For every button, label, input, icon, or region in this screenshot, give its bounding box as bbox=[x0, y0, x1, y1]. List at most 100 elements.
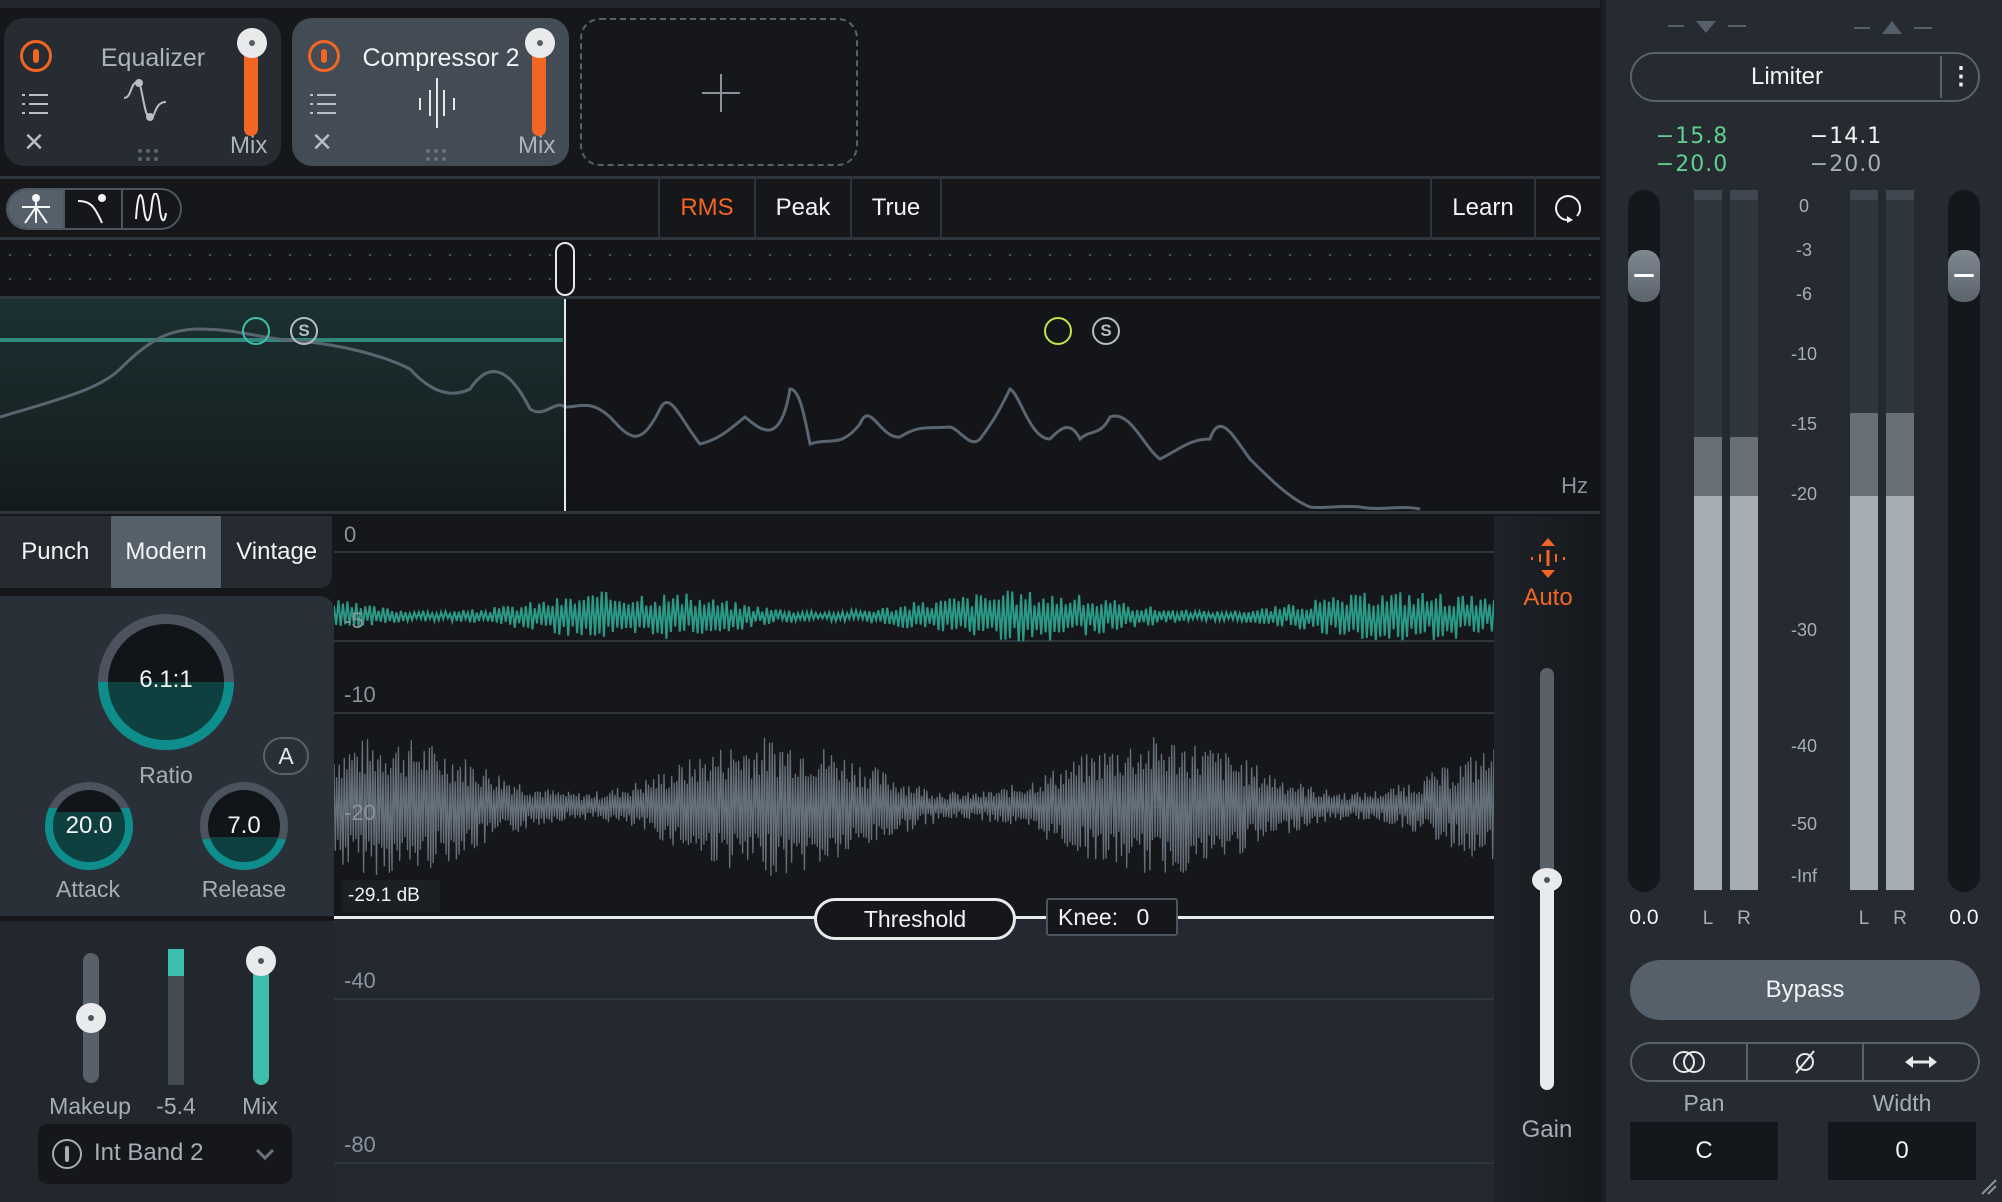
tab-vintage[interactable]: Vintage bbox=[221, 516, 332, 588]
input-peak-readout: −15.8 bbox=[1655, 124, 1729, 149]
list-icon[interactable] bbox=[22, 94, 48, 114]
power-icon[interactable] bbox=[308, 40, 340, 72]
output-waveform bbox=[334, 590, 1494, 642]
module-strip: × Equalizer Mix × Compressor 2 Mix bbox=[0, 0, 1600, 176]
stereo-link-icon bbox=[1673, 1051, 1705, 1073]
module-equalizer[interactable]: × Equalizer Mix bbox=[4, 18, 281, 166]
width-field[interactable]: 0 bbox=[1828, 1122, 1976, 1180]
power-icon[interactable] bbox=[52, 1139, 82, 1169]
chevron-down-icon bbox=[255, 1148, 275, 1161]
tab-modern[interactable]: Modern bbox=[110, 516, 222, 588]
close-icon[interactable]: × bbox=[308, 125, 336, 159]
threshold-handle[interactable]: Threshold bbox=[814, 898, 1016, 940]
mix-slider-handle[interactable] bbox=[246, 946, 276, 976]
output-meter-expand-icon[interactable] bbox=[1852, 18, 1942, 38]
meter-scale-label: -3 bbox=[1795, 240, 1812, 260]
mix-label: Mix bbox=[242, 1093, 278, 1119]
mix-slider-track[interactable] bbox=[532, 46, 546, 136]
release-knob[interactable]: 7.0 bbox=[200, 782, 288, 870]
mode-button-waveform[interactable] bbox=[123, 190, 180, 228]
auto-gain-button[interactable]: Auto bbox=[1518, 584, 1578, 612]
input-gain-fader-handle[interactable] bbox=[1628, 250, 1660, 302]
auto-gain-icon bbox=[1531, 538, 1565, 578]
power-icon[interactable] bbox=[20, 40, 52, 72]
level-meter bbox=[1850, 190, 1878, 890]
phase-invert-button[interactable] bbox=[1748, 1044, 1864, 1080]
loop-button[interactable] bbox=[1534, 179, 1600, 237]
input-waveform bbox=[334, 737, 1494, 876]
crossover-handle[interactable] bbox=[555, 242, 575, 296]
true-peak-button[interactable]: True bbox=[850, 179, 942, 237]
swap-channels-button[interactable] bbox=[1864, 1044, 1978, 1080]
grid-line bbox=[334, 998, 1494, 1000]
meter-peak-fill bbox=[1850, 413, 1878, 496]
crossover-strip[interactable] bbox=[0, 240, 1600, 296]
gain-reduction-value: -5.4 bbox=[156, 1093, 196, 1119]
module-compressor-2[interactable]: × Compressor 2 Mix bbox=[292, 18, 569, 166]
drag-grip-icon[interactable] bbox=[137, 148, 159, 162]
band-select-value: Int Band 2 bbox=[94, 1139, 204, 1166]
band-select-dropdown[interactable]: Int Band 2 bbox=[38, 1124, 292, 1184]
ratio-label: Ratio bbox=[139, 762, 193, 788]
meter-peak-fill bbox=[1694, 437, 1722, 496]
attack-label: Attack bbox=[56, 876, 120, 902]
limiter-button[interactable]: Limiter ⋮ bbox=[1630, 52, 1980, 102]
learn-button[interactable]: Learn bbox=[1430, 179, 1534, 237]
tab-punch[interactable]: Punch bbox=[0, 516, 111, 588]
release-value: 7.0 bbox=[227, 812, 261, 839]
list-icon[interactable] bbox=[310, 94, 336, 114]
curve-icon bbox=[78, 194, 107, 224]
auto-release-button[interactable]: A bbox=[263, 737, 309, 775]
attack-knob[interactable]: 20.0 bbox=[45, 782, 133, 870]
mix-slider-handle[interactable] bbox=[525, 28, 555, 58]
stereo-link-button[interactable] bbox=[1632, 1044, 1748, 1080]
meter-peak-fill bbox=[1886, 413, 1914, 496]
mix-slider-track[interactable] bbox=[253, 961, 269, 1085]
peak-button[interactable]: Peak bbox=[754, 179, 850, 237]
pan-field[interactable]: C bbox=[1630, 1122, 1778, 1180]
gain-reduction-waveform[interactable]: 0 -5 -10 -20 -40 -80 -29.1 dB Threshold … bbox=[334, 516, 1494, 1202]
gain-slider-fill bbox=[1540, 878, 1554, 1090]
band-1-solo-button[interactable]: S bbox=[290, 317, 318, 345]
band-2-enable-button[interactable] bbox=[1044, 317, 1072, 345]
close-icon[interactable]: × bbox=[20, 125, 48, 159]
drag-grip-icon[interactable] bbox=[425, 148, 447, 162]
knee-field[interactable]: Knee: 0 bbox=[1046, 898, 1178, 936]
release-label: Release bbox=[201, 876, 287, 902]
limiter-label: Limiter bbox=[1750, 63, 1823, 90]
phase-invert-icon bbox=[1795, 1050, 1815, 1074]
gain-reduction-meter bbox=[168, 949, 184, 1085]
output-gain-fader-handle[interactable] bbox=[1948, 250, 1980, 302]
band-2-solo-button[interactable]: S bbox=[1092, 317, 1120, 345]
bypass-button[interactable]: Bypass bbox=[1630, 960, 1980, 1020]
ratio-knob[interactable]: 6.1:1 bbox=[98, 614, 234, 750]
spectrum-curve bbox=[0, 327, 1421, 511]
makeup-slider-handle[interactable] bbox=[76, 1003, 106, 1033]
mix-slider-handle[interactable] bbox=[237, 28, 267, 58]
more-options-icon[interactable]: ⋮ bbox=[1942, 54, 1980, 100]
meter-clip-indicator bbox=[1886, 190, 1914, 200]
add-module-slot[interactable] bbox=[580, 18, 858, 166]
spectrum-display[interactable]: S S Hz bbox=[0, 296, 1600, 514]
compressor-icon bbox=[419, 78, 455, 128]
grid-line bbox=[334, 1162, 1494, 1164]
channel-label: R bbox=[1737, 908, 1751, 929]
gain-slider-handle[interactable] bbox=[1532, 868, 1562, 892]
db-label: 0 bbox=[344, 522, 357, 547]
crossover-split-line[interactable] bbox=[564, 299, 566, 511]
band-1-enable-button[interactable] bbox=[242, 317, 270, 345]
mode-button-curve[interactable] bbox=[65, 190, 123, 228]
waveform-traces bbox=[334, 590, 1494, 876]
input-meter-collapse-icon[interactable] bbox=[1666, 18, 1756, 38]
waveform-icon bbox=[135, 193, 168, 222]
mix-slider-track[interactable] bbox=[244, 46, 258, 136]
output-gain-value: 0.0 bbox=[1949, 906, 1979, 929]
meter-scale-label: -40 bbox=[1790, 736, 1817, 756]
knob-fill bbox=[208, 836, 280, 862]
resize-grip-icon[interactable] bbox=[1978, 1176, 1998, 1196]
meter-scale-label: -30 bbox=[1790, 620, 1817, 640]
mode-button-crossover[interactable] bbox=[8, 190, 66, 228]
level-meter bbox=[1730, 190, 1758, 890]
rms-button[interactable]: RMS bbox=[658, 179, 754, 237]
db-label: -40 bbox=[344, 968, 376, 993]
